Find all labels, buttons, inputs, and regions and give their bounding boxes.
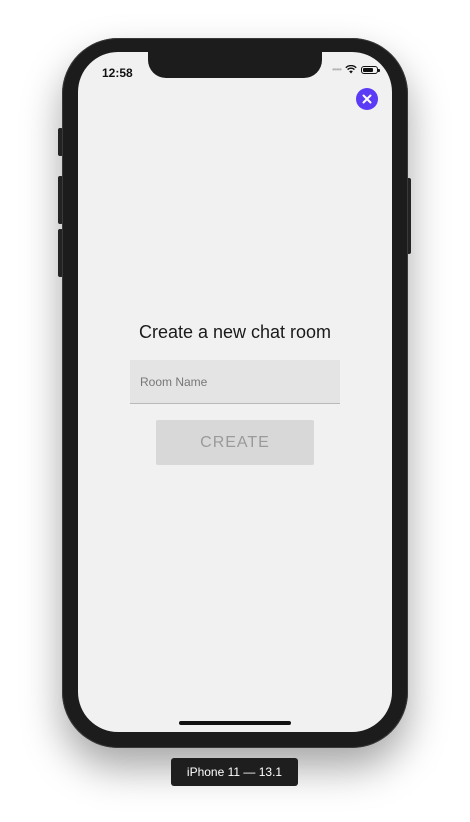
battery-icon bbox=[361, 65, 380, 74]
signal-icon: ••••• bbox=[331, 65, 342, 74]
close-button[interactable] bbox=[356, 88, 378, 110]
wifi-icon bbox=[345, 65, 357, 74]
simulator-device-label: iPhone 11 — 13.1 bbox=[171, 758, 298, 786]
close-icon bbox=[362, 94, 372, 104]
app-screen: 12:58 ••••• Create a new chat room CREAT… bbox=[78, 52, 392, 732]
notch bbox=[148, 52, 322, 78]
status-time: 12:58 bbox=[102, 66, 133, 80]
page-title: Create a new chat room bbox=[138, 322, 332, 342]
room-name-input[interactable] bbox=[130, 360, 340, 404]
home-indicator[interactable] bbox=[179, 721, 291, 725]
create-button[interactable]: CREATE bbox=[156, 420, 314, 465]
status-icons: ••••• bbox=[331, 65, 380, 74]
